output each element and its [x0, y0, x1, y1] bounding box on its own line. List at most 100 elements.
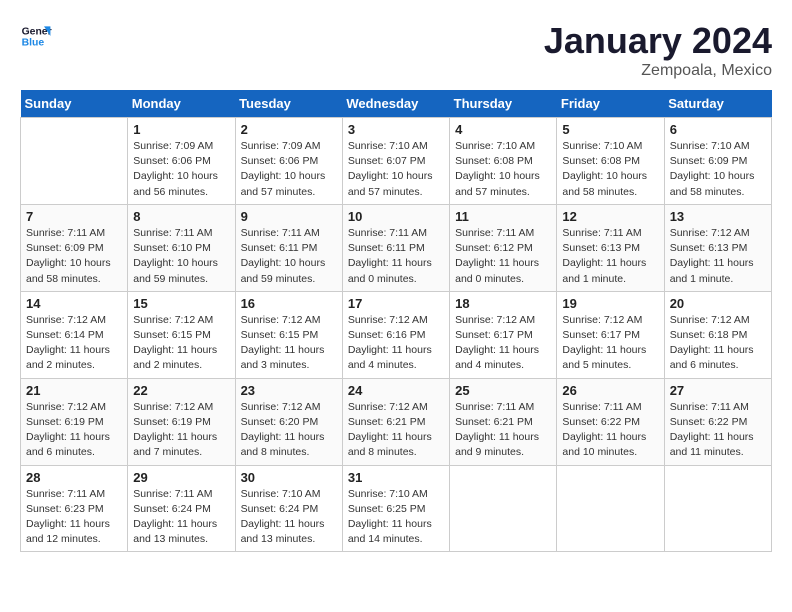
table-row: 7Sunrise: 7:11 AM Sunset: 6:09 PM Daylig…: [21, 204, 128, 291]
table-row: 30 Sunrise: 7:10 AM Sunset: 6:24 PM Dayli…: [235, 465, 342, 552]
table-row: 29 Sunrise: 7:11 AM Sunset: 6:24 PM Dayli…: [128, 465, 235, 552]
day-info: Sunrise: 7:12 AM Sunset: 6:15 PM Dayligh…: [241, 313, 337, 374]
table-row: 2Sunrise: 7:09 AM Sunset: 6:06 PM Daylig…: [235, 118, 342, 205]
day-info: Sunrise: 7:11 AM Sunset: 6:11 PM Dayligh…: [241, 226, 337, 287]
table-row: [21, 118, 128, 205]
day-info: Sunrise: 7:10 AM Sunset: 6:08 PM Dayligh…: [562, 139, 658, 200]
col-thursday: Thursday: [450, 90, 557, 118]
svg-text:Blue: Blue: [22, 38, 45, 49]
day-number: 30: [241, 470, 337, 485]
day-number: 4: [455, 122, 551, 137]
day-info: Sunrise: 7:11 AM Sunset: 6:22 PM Dayligh…: [562, 400, 658, 461]
day-info: Sunrise: 7:12 AM Sunset: 6:15 PM Dayligh…: [133, 313, 229, 374]
title-block: January 2024 Zempoala, Mexico: [544, 20, 772, 80]
day-number: 5: [562, 122, 658, 137]
table-row: [450, 465, 557, 552]
day-info: Sunrise: 7:12 AM Sunset: 6:19 PM Dayligh…: [133, 400, 229, 461]
day-info: Sunrise: 7:11 AM Sunset: 6:21 PM Dayligh…: [455, 400, 551, 461]
table-row: 3 Sunrise: 7:10 AM Sunset: 6:07 PM Daylig…: [342, 118, 449, 205]
day-number: 6: [670, 122, 766, 137]
table-row: 21 Sunrise: 7:12 AM Sunset: 6:19 PM Dayli…: [21, 378, 128, 465]
col-monday: Monday: [128, 90, 235, 118]
table-row: 16 Sunrise: 7:12 AM Sunset: 6:15 PM Dayli…: [235, 291, 342, 378]
day-info: Sunrise: 7:10 AM Sunset: 6:24 PM Dayligh…: [241, 487, 337, 548]
day-number: 9: [241, 209, 337, 224]
table-row: 31 Sunrise: 7:10 AM Sunset: 6:25 PM Dayli…: [342, 465, 449, 552]
day-info: Sunrise: 7:11 AM Sunset: 6:12 PM Dayligh…: [455, 226, 551, 287]
day-number: 24: [348, 383, 444, 398]
day-number: 19: [562, 296, 658, 311]
day-number: 23: [241, 383, 337, 398]
table-row: 8 Sunrise: 7:11 AM Sunset: 6:10 PM Daylig…: [128, 204, 235, 291]
day-number: 3: [348, 122, 444, 137]
day-info: Sunrise: 7:10 AM Sunset: 6:07 PM Dayligh…: [348, 139, 444, 200]
day-number: 16: [241, 296, 337, 311]
calendar-week-3: 14Sunrise: 7:12 AM Sunset: 6:14 PM Dayli…: [21, 291, 772, 378]
day-info: Sunrise: 7:12 AM Sunset: 6:21 PM Dayligh…: [348, 400, 444, 461]
day-number: 18: [455, 296, 551, 311]
day-number: 22: [133, 383, 229, 398]
day-info: Sunrise: 7:11 AM Sunset: 6:23 PM Dayligh…: [26, 487, 122, 548]
table-row: 11 Sunrise: 7:11 AM Sunset: 6:12 PM Dayli…: [450, 204, 557, 291]
day-number: 10: [348, 209, 444, 224]
day-number: 31: [348, 470, 444, 485]
day-number: 2: [241, 122, 337, 137]
table-row: [664, 465, 771, 552]
logo: General Blue: [20, 20, 52, 52]
table-row: 4 Sunrise: 7:10 AM Sunset: 6:08 PM Daylig…: [450, 118, 557, 205]
table-row: 10 Sunrise: 7:11 AM Sunset: 6:11 PM Dayli…: [342, 204, 449, 291]
calendar-table: Sunday Monday Tuesday Wednesday Thursday…: [20, 90, 772, 552]
day-number: 14: [26, 296, 122, 311]
table-row: 20 Sunrise: 7:12 AM Sunset: 6:18 PM Dayli…: [664, 291, 771, 378]
day-info: Sunrise: 7:12 AM Sunset: 6:17 PM Dayligh…: [562, 313, 658, 374]
day-info: Sunrise: 7:12 AM Sunset: 6:19 PM Dayligh…: [26, 400, 122, 461]
day-info: Sunrise: 7:11 AM Sunset: 6:10 PM Dayligh…: [133, 226, 229, 287]
day-number: 11: [455, 209, 551, 224]
table-row: 17 Sunrise: 7:12 AM Sunset: 6:16 PM Dayli…: [342, 291, 449, 378]
calendar-week-1: 1 Sunrise: 7:09 AM Sunset: 6:06 PM Daylig…: [21, 118, 772, 205]
table-row: 19 Sunrise: 7:12 AM Sunset: 6:17 PM Dayli…: [557, 291, 664, 378]
table-row: 1 Sunrise: 7:09 AM Sunset: 6:06 PM Daylig…: [128, 118, 235, 205]
day-number: 21: [26, 383, 122, 398]
day-number: 25: [455, 383, 551, 398]
day-number: 20: [670, 296, 766, 311]
day-number: 29: [133, 470, 229, 485]
day-info: Sunrise: 7:11 AM Sunset: 6:11 PM Dayligh…: [348, 226, 444, 287]
table-row: 12 Sunrise: 7:11 AM Sunset: 6:13 PM Dayli…: [557, 204, 664, 291]
table-row: 9 Sunrise: 7:11 AM Sunset: 6:11 PM Daylig…: [235, 204, 342, 291]
day-info: Sunrise: 7:12 AM Sunset: 6:16 PM Dayligh…: [348, 313, 444, 374]
col-tuesday: Tuesday: [235, 90, 342, 118]
day-info: Sunrise: 7:11 AM Sunset: 6:09 PM Dayligh…: [26, 226, 122, 287]
calendar-header-row: Sunday Monday Tuesday Wednesday Thursday…: [21, 90, 772, 118]
day-info: Sunrise: 7:11 AM Sunset: 6:13 PM Dayligh…: [562, 226, 658, 287]
day-number: 28: [26, 470, 122, 485]
day-number: 12: [562, 209, 658, 224]
day-info: Sunrise: 7:12 AM Sunset: 6:18 PM Dayligh…: [670, 313, 766, 374]
day-number: 15: [133, 296, 229, 311]
day-number: 27: [670, 383, 766, 398]
page-header: General Blue January 2024 Zempoala, Mexi…: [20, 20, 772, 80]
day-number: 17: [348, 296, 444, 311]
table-row: 22 Sunrise: 7:12 AM Sunset: 6:19 PM Dayli…: [128, 378, 235, 465]
day-info: Sunrise: 7:10 AM Sunset: 6:25 PM Dayligh…: [348, 487, 444, 548]
col-sunday: Sunday: [21, 90, 128, 118]
day-number: 26: [562, 383, 658, 398]
day-info: Sunrise: 7:10 AM Sunset: 6:09 PM Dayligh…: [670, 139, 766, 200]
calendar-week-2: 7Sunrise: 7:11 AM Sunset: 6:09 PM Daylig…: [21, 204, 772, 291]
calendar-title: January 2024: [544, 20, 772, 62]
table-row: 27Sunrise: 7:11 AM Sunset: 6:22 PM Dayli…: [664, 378, 771, 465]
col-wednesday: Wednesday: [342, 90, 449, 118]
day-info: Sunrise: 7:09 AM Sunset: 6:06 PM Dayligh…: [133, 139, 229, 200]
table-row: 24 Sunrise: 7:12 AM Sunset: 6:21 PM Dayli…: [342, 378, 449, 465]
day-info: Sunrise: 7:10 AM Sunset: 6:08 PM Dayligh…: [455, 139, 551, 200]
day-info: Sunrise: 7:11 AM Sunset: 6:24 PM Dayligh…: [133, 487, 229, 548]
table-row: 25 Sunrise: 7:11 AM Sunset: 6:21 PM Dayli…: [450, 378, 557, 465]
table-row: 26 Sunrise: 7:11 AM Sunset: 6:22 PM Dayli…: [557, 378, 664, 465]
day-number: 1: [133, 122, 229, 137]
col-saturday: Saturday: [664, 90, 771, 118]
day-number: 8: [133, 209, 229, 224]
day-info: Sunrise: 7:12 AM Sunset: 6:17 PM Dayligh…: [455, 313, 551, 374]
day-info: Sunrise: 7:12 AM Sunset: 6:13 PM Dayligh…: [670, 226, 766, 287]
table-row: 23Sunrise: 7:12 AM Sunset: 6:20 PM Dayli…: [235, 378, 342, 465]
table-row: 5 Sunrise: 7:10 AM Sunset: 6:08 PM Daylig…: [557, 118, 664, 205]
